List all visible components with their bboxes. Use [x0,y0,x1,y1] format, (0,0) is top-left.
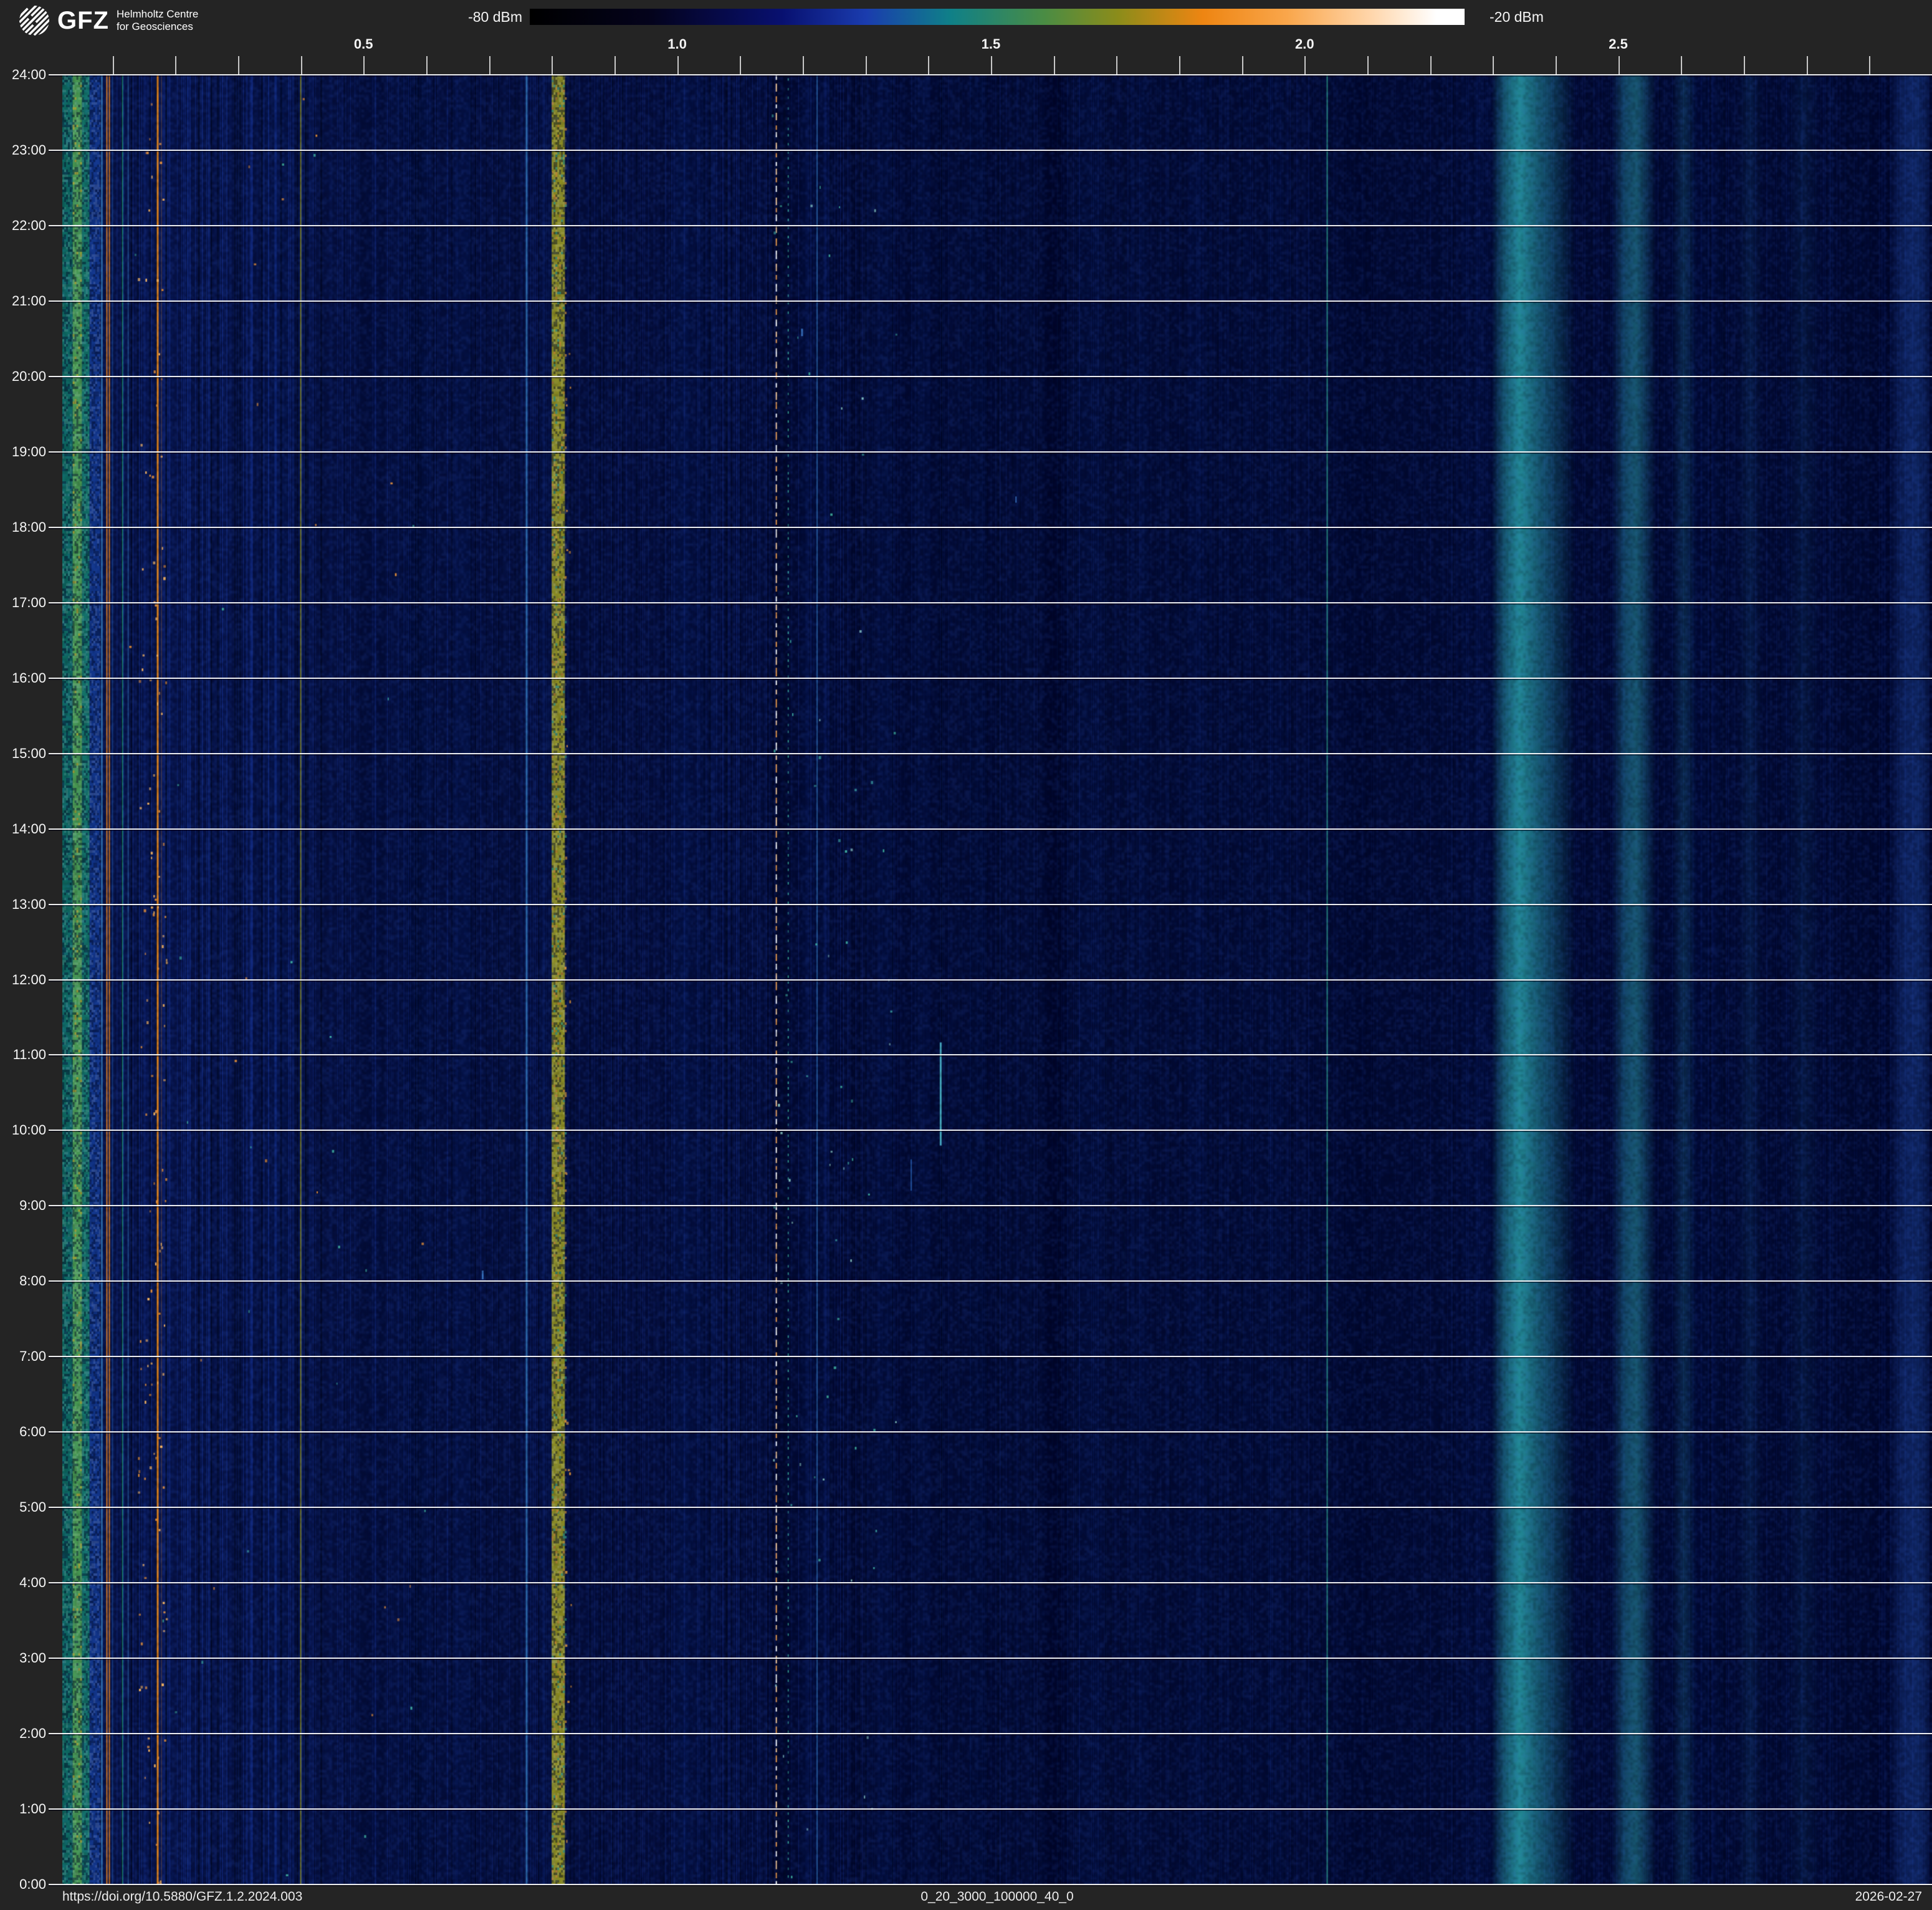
x-axis-label: 1.5 [982,36,1001,52]
hour-gridline [49,828,1932,830]
hour-gridline [49,1280,1932,1282]
hour-label: 19:00 [0,444,46,460]
date-label: 2026-02-27 [1855,1889,1922,1905]
hour-label: 14:00 [0,821,46,837]
x-axis-tick [1116,56,1117,75]
hour-gridline [49,1658,1932,1659]
x-axis-tick [301,56,302,75]
hour-label: 1:00 [0,1801,46,1817]
hour-label: 8:00 [0,1273,46,1289]
x-axis-tick [175,56,176,75]
x-axis-label: 2.0 [1295,36,1314,52]
hour-label: 16:00 [0,670,46,686]
x-axis-tick [1179,56,1180,75]
hour-gridline [49,150,1932,151]
x-axis-tick [1681,56,1682,75]
hour-label: 7:00 [0,1348,46,1365]
x-axis-tick [1367,56,1369,75]
hour-label: 3:00 [0,1650,46,1666]
hour-gridline [49,602,1932,603]
hour-label: 21:00 [0,293,46,309]
hour-gridline [49,1507,1932,1508]
hour-label: 10:00 [0,1122,46,1138]
dataset-filename: 0_20_3000_100000_40_0 [62,1889,1932,1905]
hour-label: 24:00 [0,67,46,83]
x-axis-tick [1054,56,1055,75]
hour-label: 12:00 [0,972,46,988]
hour-gridline [49,979,1932,981]
hour-label: 13:00 [0,896,46,913]
x-axis-tick [991,56,992,75]
x-axis-tick [615,56,616,75]
x-axis-label: 1.0 [667,36,687,52]
x-axis-tick [426,56,428,75]
hour-gridline [49,1733,1932,1734]
spectrogram-viewer: GFZ Helmholtz Centre for Geosciences -80… [0,0,1932,1910]
hour-label: 23:00 [0,142,46,158]
hour-label: 17:00 [0,595,46,611]
hour-label: 22:00 [0,218,46,234]
hour-gridline [49,1205,1932,1206]
x-axis-label: 2.5 [1609,36,1628,52]
hour-gridline [49,300,1932,302]
hour-label: 11:00 [0,1047,46,1063]
x-axis-tick [1493,56,1494,75]
hour-gridline [49,1054,1932,1055]
x-axis-tick [803,56,804,75]
x-axis-tick [489,56,490,75]
hour-label: 0:00 [0,1876,46,1893]
hour-gridline [49,1582,1932,1583]
x-axis-tick [1304,56,1306,75]
hour-gridline [49,1356,1932,1357]
hour-gridline [49,451,1932,453]
hour-label: 2:00 [0,1725,46,1742]
x-axis-tick [363,56,365,75]
x-axis-tick [677,56,679,75]
hour-gridline [49,678,1932,679]
hour-label: 6:00 [0,1424,46,1440]
x-axis-tick [113,56,114,75]
hour-gridline [49,1130,1932,1131]
hour-gridline [49,376,1932,377]
hour-label: 18:00 [0,519,46,535]
colorbar-min-label: -80 dBm [0,9,522,25]
hour-gridline [49,753,1932,754]
hour-label: 15:00 [0,746,46,762]
hour-gridline [49,225,1932,226]
x-axis-tick [552,56,553,75]
hour-gridline [49,74,1932,75]
hour-label: 9:00 [0,1197,46,1214]
x-axis-tick [1807,56,1808,75]
hour-gridline [49,904,1932,905]
colorbar-gradient [530,9,1465,25]
hour-label: 20:00 [0,368,46,385]
x-axis-tick [1430,56,1432,75]
x-axis-tick [1619,56,1620,75]
x-axis-tick [928,56,929,75]
x-axis-tick [1242,56,1243,75]
hour-label: 5:00 [0,1499,46,1515]
hour-gridline [49,527,1932,528]
hour-gridline [49,1884,1932,1885]
hour-gridline [49,1431,1932,1432]
x-axis-tick [1744,56,1745,75]
x-axis-tick [740,56,741,75]
hour-gridline [49,1808,1932,1810]
x-axis-tick [866,56,867,75]
x-axis-label: 0.5 [354,36,373,52]
x-axis-tick [238,56,239,75]
x-axis-tick [1556,56,1557,75]
x-axis-tick [1869,56,1870,75]
hour-label: 4:00 [0,1575,46,1591]
colorbar-max-label: -20 dBm [1490,9,1544,25]
